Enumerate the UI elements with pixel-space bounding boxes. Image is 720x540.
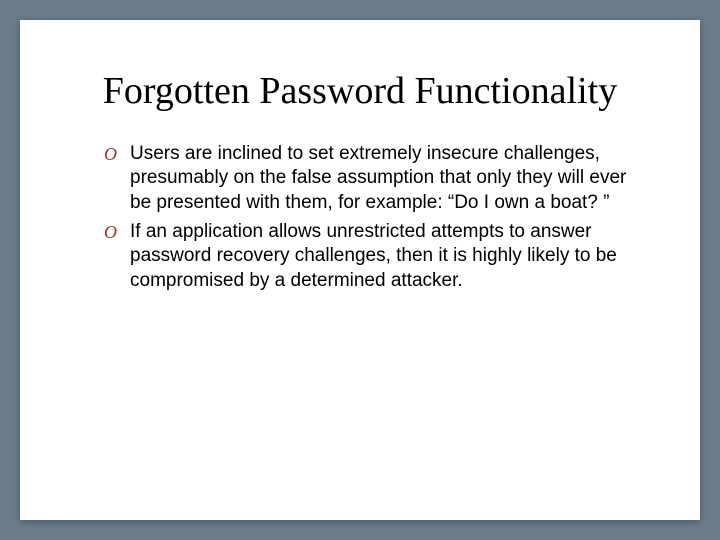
bullet-text: Users are inclined to set extremely inse… [130,143,626,213]
bullet-marker-icon: O [104,221,117,244]
bullet-list: O Users are inclined to set extremely in… [90,142,630,294]
list-item: O If an application allows unrestricted … [104,220,630,294]
bullet-text: If an application allows unrestricted at… [130,221,617,291]
slide: Forgotten Password Functionality O Users… [20,20,700,520]
slide-title: Forgotten Password Functionality [90,70,630,114]
bullet-marker-icon: O [104,143,117,166]
list-item: O Users are inclined to set extremely in… [104,142,630,216]
